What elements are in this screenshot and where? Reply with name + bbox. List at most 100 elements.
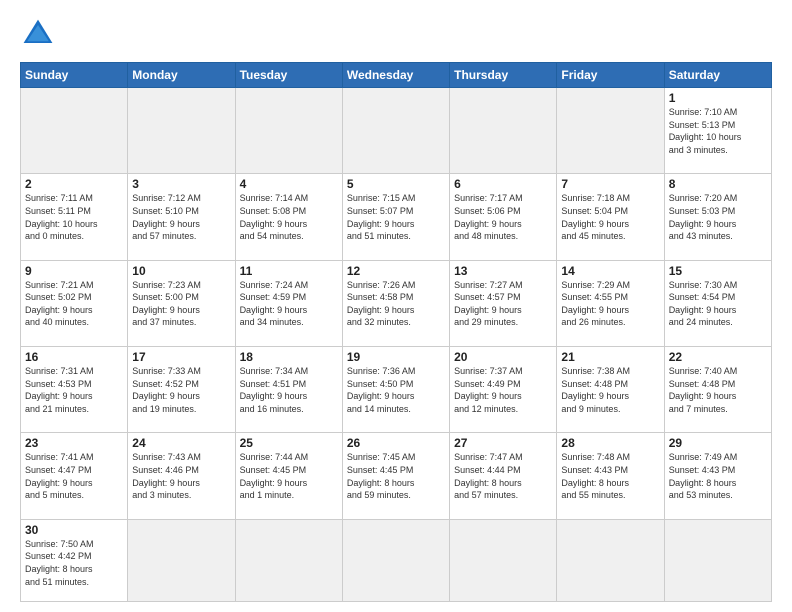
weekday-header-thursday: Thursday <box>450 63 557 88</box>
calendar-cell: 21Sunrise: 7:38 AMSunset: 4:48 PMDayligh… <box>557 347 664 433</box>
weekday-header-monday: Monday <box>128 63 235 88</box>
calendar-cell: 18Sunrise: 7:34 AMSunset: 4:51 PMDayligh… <box>235 347 342 433</box>
generalblue-icon <box>20 16 56 52</box>
calendar-week-row: 1Sunrise: 7:10 AMSunset: 5:13 PMDaylight… <box>21 88 772 174</box>
day-number: 5 <box>347 177 445 191</box>
calendar-cell: 7Sunrise: 7:18 AMSunset: 5:04 PMDaylight… <box>557 174 664 260</box>
day-number: 2 <box>25 177 123 191</box>
weekday-header-saturday: Saturday <box>664 63 771 88</box>
day-info: Sunrise: 7:36 AMSunset: 4:50 PMDaylight:… <box>347 365 445 415</box>
calendar-cell: 8Sunrise: 7:20 AMSunset: 5:03 PMDaylight… <box>664 174 771 260</box>
calendar-cell: 23Sunrise: 7:41 AMSunset: 4:47 PMDayligh… <box>21 433 128 519</box>
calendar-cell: 19Sunrise: 7:36 AMSunset: 4:50 PMDayligh… <box>342 347 449 433</box>
day-info: Sunrise: 7:33 AMSunset: 4:52 PMDaylight:… <box>132 365 230 415</box>
logo <box>20 16 60 52</box>
day-number: 21 <box>561 350 659 364</box>
day-number: 24 <box>132 436 230 450</box>
day-info: Sunrise: 7:30 AMSunset: 4:54 PMDaylight:… <box>669 279 767 329</box>
day-number: 8 <box>669 177 767 191</box>
day-info: Sunrise: 7:18 AMSunset: 5:04 PMDaylight:… <box>561 192 659 242</box>
calendar-cell: 9Sunrise: 7:21 AMSunset: 5:02 PMDaylight… <box>21 260 128 346</box>
calendar-week-row: 16Sunrise: 7:31 AMSunset: 4:53 PMDayligh… <box>21 347 772 433</box>
day-info: Sunrise: 7:14 AMSunset: 5:08 PMDaylight:… <box>240 192 338 242</box>
calendar-cell: 11Sunrise: 7:24 AMSunset: 4:59 PMDayligh… <box>235 260 342 346</box>
calendar-cell: 15Sunrise: 7:30 AMSunset: 4:54 PMDayligh… <box>664 260 771 346</box>
day-info: Sunrise: 7:43 AMSunset: 4:46 PMDaylight:… <box>132 451 230 501</box>
day-number: 29 <box>669 436 767 450</box>
day-number: 15 <box>669 264 767 278</box>
day-number: 14 <box>561 264 659 278</box>
calendar-cell: 14Sunrise: 7:29 AMSunset: 4:55 PMDayligh… <box>557 260 664 346</box>
calendar-week-row: 30Sunrise: 7:50 AMSunset: 4:42 PMDayligh… <box>21 519 772 601</box>
day-info: Sunrise: 7:48 AMSunset: 4:43 PMDaylight:… <box>561 451 659 501</box>
calendar-cell <box>235 88 342 174</box>
calendar-cell: 10Sunrise: 7:23 AMSunset: 5:00 PMDayligh… <box>128 260 235 346</box>
weekday-header-wednesday: Wednesday <box>342 63 449 88</box>
calendar-cell: 5Sunrise: 7:15 AMSunset: 5:07 PMDaylight… <box>342 174 449 260</box>
calendar-week-row: 2Sunrise: 7:11 AMSunset: 5:11 PMDaylight… <box>21 174 772 260</box>
calendar-cell <box>664 519 771 601</box>
day-info: Sunrise: 7:38 AMSunset: 4:48 PMDaylight:… <box>561 365 659 415</box>
calendar-cell: 24Sunrise: 7:43 AMSunset: 4:46 PMDayligh… <box>128 433 235 519</box>
calendar-cell: 17Sunrise: 7:33 AMSunset: 4:52 PMDayligh… <box>128 347 235 433</box>
calendar-cell <box>557 519 664 601</box>
calendar-cell: 27Sunrise: 7:47 AMSunset: 4:44 PMDayligh… <box>450 433 557 519</box>
page: SundayMondayTuesdayWednesdayThursdayFrid… <box>0 0 792 612</box>
day-number: 20 <box>454 350 552 364</box>
day-info: Sunrise: 7:37 AMSunset: 4:49 PMDaylight:… <box>454 365 552 415</box>
day-info: Sunrise: 7:20 AMSunset: 5:03 PMDaylight:… <box>669 192 767 242</box>
weekday-header-tuesday: Tuesday <box>235 63 342 88</box>
day-number: 28 <box>561 436 659 450</box>
weekday-header-friday: Friday <box>557 63 664 88</box>
day-number: 22 <box>669 350 767 364</box>
calendar-week-row: 9Sunrise: 7:21 AMSunset: 5:02 PMDaylight… <box>21 260 772 346</box>
day-number: 3 <box>132 177 230 191</box>
calendar-week-row: 23Sunrise: 7:41 AMSunset: 4:47 PMDayligh… <box>21 433 772 519</box>
weekday-header-row: SundayMondayTuesdayWednesdayThursdayFrid… <box>21 63 772 88</box>
calendar-cell: 1Sunrise: 7:10 AMSunset: 5:13 PMDaylight… <box>664 88 771 174</box>
day-info: Sunrise: 7:41 AMSunset: 4:47 PMDaylight:… <box>25 451 123 501</box>
day-info: Sunrise: 7:44 AMSunset: 4:45 PMDaylight:… <box>240 451 338 501</box>
calendar-cell: 28Sunrise: 7:48 AMSunset: 4:43 PMDayligh… <box>557 433 664 519</box>
day-number: 6 <box>454 177 552 191</box>
calendar-cell <box>450 519 557 601</box>
calendar-cell: 3Sunrise: 7:12 AMSunset: 5:10 PMDaylight… <box>128 174 235 260</box>
calendar-cell: 6Sunrise: 7:17 AMSunset: 5:06 PMDaylight… <box>450 174 557 260</box>
day-info: Sunrise: 7:26 AMSunset: 4:58 PMDaylight:… <box>347 279 445 329</box>
day-number: 10 <box>132 264 230 278</box>
day-info: Sunrise: 7:21 AMSunset: 5:02 PMDaylight:… <box>25 279 123 329</box>
calendar-cell: 2Sunrise: 7:11 AMSunset: 5:11 PMDaylight… <box>21 174 128 260</box>
day-number: 13 <box>454 264 552 278</box>
calendar-cell: 20Sunrise: 7:37 AMSunset: 4:49 PMDayligh… <box>450 347 557 433</box>
calendar-cell: 30Sunrise: 7:50 AMSunset: 4:42 PMDayligh… <box>21 519 128 601</box>
day-info: Sunrise: 7:24 AMSunset: 4:59 PMDaylight:… <box>240 279 338 329</box>
calendar-cell <box>342 519 449 601</box>
day-info: Sunrise: 7:34 AMSunset: 4:51 PMDaylight:… <box>240 365 338 415</box>
day-info: Sunrise: 7:49 AMSunset: 4:43 PMDaylight:… <box>669 451 767 501</box>
day-number: 26 <box>347 436 445 450</box>
day-number: 25 <box>240 436 338 450</box>
calendar-cell: 29Sunrise: 7:49 AMSunset: 4:43 PMDayligh… <box>664 433 771 519</box>
day-info: Sunrise: 7:29 AMSunset: 4:55 PMDaylight:… <box>561 279 659 329</box>
day-info: Sunrise: 7:17 AMSunset: 5:06 PMDaylight:… <box>454 192 552 242</box>
day-number: 19 <box>347 350 445 364</box>
calendar: SundayMondayTuesdayWednesdayThursdayFrid… <box>20 62 772 602</box>
calendar-cell <box>235 519 342 601</box>
header <box>20 16 772 52</box>
calendar-cell: 25Sunrise: 7:44 AMSunset: 4:45 PMDayligh… <box>235 433 342 519</box>
day-info: Sunrise: 7:45 AMSunset: 4:45 PMDaylight:… <box>347 451 445 501</box>
day-number: 11 <box>240 264 338 278</box>
calendar-cell <box>128 519 235 601</box>
calendar-cell: 26Sunrise: 7:45 AMSunset: 4:45 PMDayligh… <box>342 433 449 519</box>
day-number: 7 <box>561 177 659 191</box>
day-info: Sunrise: 7:40 AMSunset: 4:48 PMDaylight:… <box>669 365 767 415</box>
calendar-cell: 4Sunrise: 7:14 AMSunset: 5:08 PMDaylight… <box>235 174 342 260</box>
calendar-cell: 13Sunrise: 7:27 AMSunset: 4:57 PMDayligh… <box>450 260 557 346</box>
weekday-header-sunday: Sunday <box>21 63 128 88</box>
calendar-cell <box>557 88 664 174</box>
day-number: 16 <box>25 350 123 364</box>
day-number: 23 <box>25 436 123 450</box>
day-number: 4 <box>240 177 338 191</box>
day-number: 17 <box>132 350 230 364</box>
calendar-cell <box>21 88 128 174</box>
